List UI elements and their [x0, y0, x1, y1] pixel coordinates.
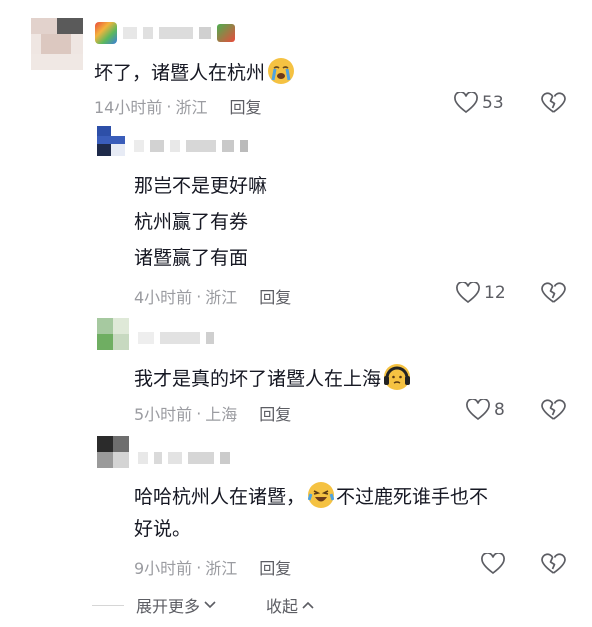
like-count: 8 [494, 400, 505, 420]
divider-line [92, 604, 124, 606]
timestamp: 4小时前 [134, 288, 193, 307]
heart-icon [466, 399, 490, 421]
comment-meta: 4小时前 · 浙江 回复 [134, 284, 291, 308]
comment-meta: 5小时前 · 上海 回复 [134, 401, 291, 425]
reply-text: 哈哈杭州人在诸暨， 不过鹿死谁手也不 [134, 482, 488, 509]
chevron-down-icon [204, 601, 216, 609]
location: 浙江 [205, 559, 238, 578]
chevron-up-icon [302, 601, 314, 609]
broken-heart-icon [541, 92, 566, 113]
like-button[interactable]: 53 [454, 92, 504, 114]
reply-text-line: 诸暨赢了有面 [134, 247, 249, 269]
headphone-face-icon [384, 364, 411, 390]
timestamp: 14小时前 [94, 98, 163, 117]
broken-heart-icon [541, 282, 566, 303]
timestamp: 5小时前 [134, 405, 193, 424]
broken-heart-icon [541, 399, 566, 420]
username-blurred[interactable] [138, 452, 230, 464]
avatar[interactable] [97, 126, 125, 156]
broken-heart-icon [541, 553, 566, 574]
comment-meta: 9小时前 · 浙江 回复 [134, 555, 291, 579]
reply-text-line: 好说。 [134, 518, 192, 540]
reply-text-line: 那岂不是更好嘛 [134, 175, 268, 197]
collapse-button[interactable]: 收起 [266, 593, 314, 617]
reply-button[interactable]: 回复 [259, 555, 291, 579]
username-blurred[interactable] [138, 332, 214, 344]
like-button[interactable]: 8 [466, 399, 505, 421]
avatar[interactable] [97, 318, 129, 350]
rainbow-badge-icon [95, 22, 117, 44]
like-count: 53 [482, 93, 504, 113]
reply-text: 我才是真的坏了诸暨人在上海 [134, 364, 411, 391]
crying-face-icon [268, 58, 295, 84]
avatar[interactable] [97, 436, 129, 468]
location: 上海 [205, 405, 238, 424]
dislike-button[interactable] [541, 399, 566, 421]
comment-meta: 14小时前 · 浙江 回复 [94, 94, 262, 118]
timestamp: 9小时前 [134, 559, 193, 578]
heart-icon [481, 553, 505, 575]
like-button[interactable]: 12 [456, 282, 506, 304]
like-count: 12 [484, 283, 506, 303]
location: 浙江 [175, 98, 208, 117]
replies-footer: 展开更多 收起 [92, 593, 314, 617]
reply-button[interactable]: 回复 [259, 284, 291, 308]
dislike-button[interactable] [541, 282, 566, 304]
comment-text: 坏了，诸暨人在杭州 [94, 58, 295, 85]
reply-button[interactable]: 回复 [229, 94, 261, 118]
heart-icon [454, 92, 478, 114]
avatar[interactable] [31, 18, 83, 70]
dislike-button[interactable] [541, 92, 566, 114]
reply-text-line: 杭州赢了有券 [134, 211, 249, 233]
like-button[interactable] [481, 553, 509, 575]
dislike-button[interactable] [541, 553, 566, 575]
badge-icon [217, 24, 235, 42]
username-blurred[interactable] [95, 22, 235, 44]
heart-icon [456, 282, 480, 304]
username-blurred[interactable] [134, 140, 248, 152]
reply-button[interactable]: 回复 [259, 401, 291, 425]
laughing-crying-icon [307, 482, 335, 508]
expand-more-button[interactable]: 展开更多 [136, 593, 216, 617]
location: 浙江 [205, 288, 238, 307]
